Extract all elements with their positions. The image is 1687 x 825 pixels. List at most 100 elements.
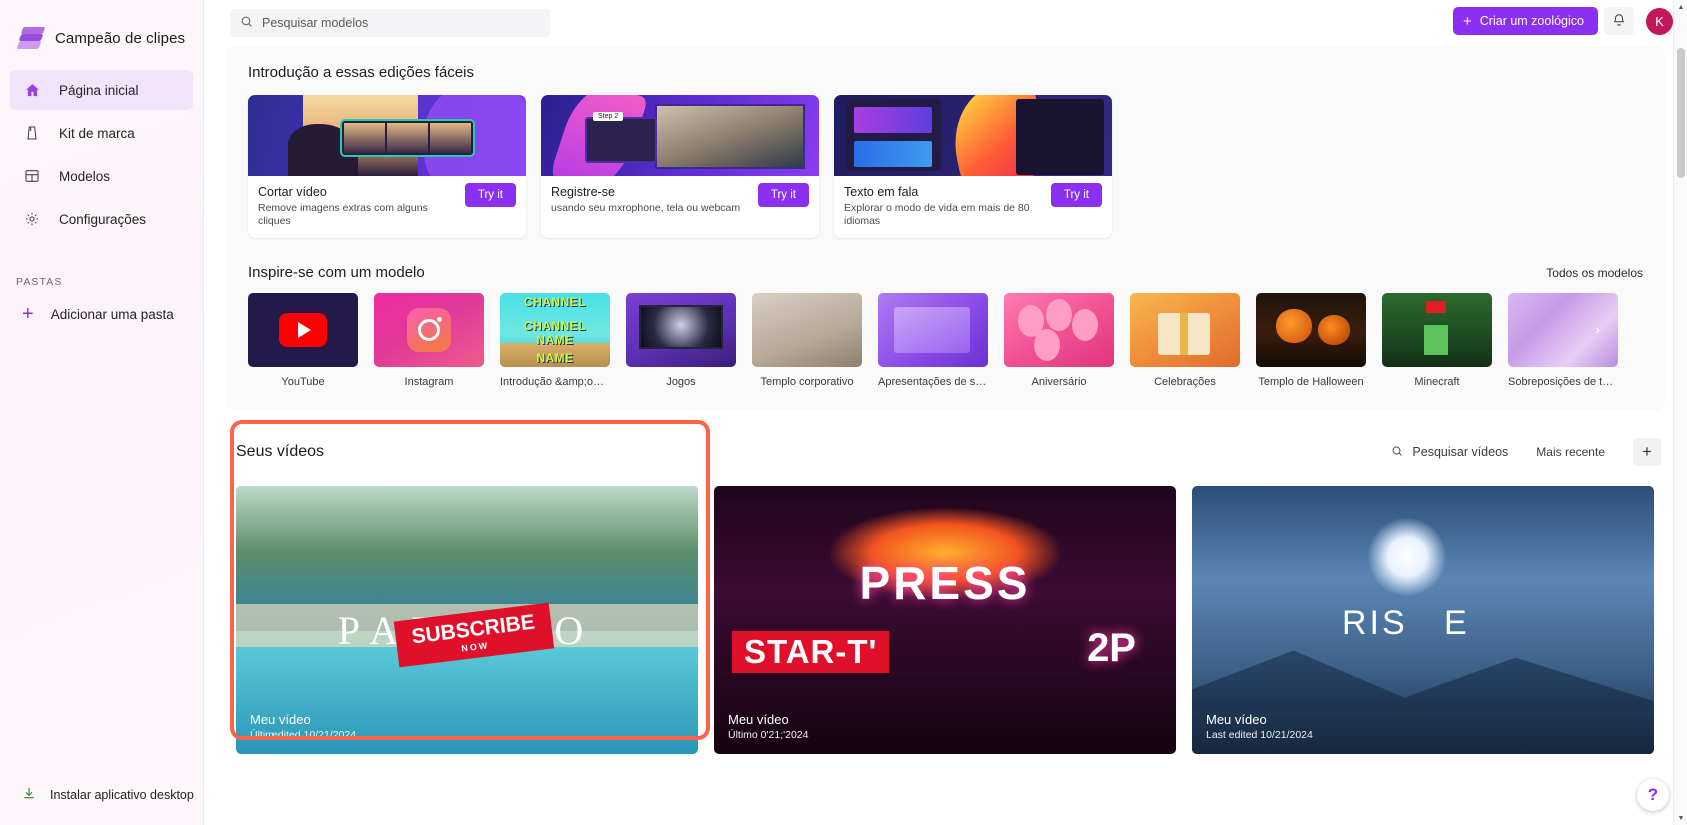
scroll-up-icon[interactable]: ▲	[1674, 0, 1687, 14]
template-card[interactable]: Aniversário	[1004, 293, 1114, 388]
templates-row: YouTube Instagram CHANNEL CHANNEL NAME NAME…	[248, 293, 1643, 388]
video-title: Meu vídeo	[250, 712, 311, 728]
template-label: Minecraft	[1414, 376, 1460, 389]
feature-card-title: Registre-se	[551, 185, 615, 199]
video-grid: PARAÍSO SUBSCRIBE NOW Meu vídeo Últim ed…	[226, 486, 1665, 755]
template-card[interactable]: › Sobreposições de texto	[1508, 293, 1618, 388]
feature-card-subtitle: Explorar o modo de vida em mais de 80 id…	[844, 202, 1030, 228]
video-overlay-text-2: STAR-T'	[732, 630, 890, 673]
brand-kit-icon	[22, 125, 42, 141]
help-button[interactable]: ?	[1637, 779, 1669, 811]
templates-icon	[22, 168, 42, 184]
feature-card-subtitle: Remove imagens extras com alguns cliques	[258, 202, 428, 228]
plus-icon: +	[22, 303, 34, 325]
video-card[interactable]: RIS E Meu vídeo Last edited 10/21/2024	[1192, 486, 1654, 755]
sidebar-item-templates-label: Modelos	[59, 168, 111, 184]
video-edited-value: Último 0'21;'2024	[728, 729, 809, 742]
brand: Campeão de clipes	[0, 0, 203, 58]
scrollbar[interactable]: ▲ ▼	[1673, 0, 1687, 825]
template-label: Sobreposições de texto	[1508, 376, 1618, 389]
video-edited-date: Last edited 10/21/2024	[1206, 729, 1313, 742]
video-title: Meu vídeo	[1206, 712, 1267, 728]
text-overlays-thumbnail: ›	[1508, 293, 1618, 368]
scroll-down-icon[interactable]: ▼	[1674, 811, 1687, 825]
search-videos-input[interactable]: Pesquisar vídeos	[1391, 445, 1508, 460]
sidebar-item-home[interactable]: Página inicial	[10, 70, 193, 110]
video-edited-date: Últim edited 10/21/2024	[250, 729, 356, 742]
all-templates-link[interactable]: Todos os modelos	[1546, 266, 1643, 280]
video-edited-prefix: Últim	[250, 729, 274, 742]
scrollbar-thumb[interactable]	[1677, 48, 1685, 178]
celebrations-thumbnail	[1130, 293, 1240, 368]
try-it-button[interactable]: Try it	[1050, 183, 1102, 207]
plus-icon: +	[1463, 12, 1472, 30]
topbar: Pesquisar modelos + Criar um zoológico K	[204, 0, 1687, 46]
template-label: Introdução &amp;outro tem...	[500, 376, 610, 389]
try-it-button[interactable]: Try it	[464, 183, 516, 207]
avatar[interactable]: K	[1646, 7, 1673, 35]
search-icon	[240, 15, 253, 31]
sidebar-item-home-label: Página inicial	[59, 82, 139, 98]
download-icon	[22, 786, 36, 803]
feature-card-art: Step 2	[541, 95, 819, 176]
feature-card-subtitle: usando seu mxrophone, tela ou webcam	[551, 202, 741, 214]
video-card[interactable]: PRESS STAR-T' 2P Meu vídeo Último 0'21;'…	[714, 486, 1176, 755]
notifications-button[interactable]	[1604, 7, 1634, 35]
topbar-actions: + Criar um zoológico K	[1453, 7, 1673, 35]
home-icon	[22, 82, 42, 99]
search-templates-input[interactable]: Pesquisar modelos	[230, 9, 550, 37]
sort-dropdown[interactable]: Mais recente	[1536, 445, 1605, 459]
template-card[interactable]: Minecraft	[1382, 293, 1492, 388]
feature-card-record[interactable]: Step 2 Registre-se usando seu mxrophone,…	[541, 95, 819, 239]
video-meta: Meu vídeo Último 0'21;'2024	[728, 712, 808, 742]
video-overlay-text-3: 2P	[1087, 625, 1136, 670]
sidebar-item-templates[interactable]: Modelos	[10, 156, 193, 196]
minecraft-thumbnail	[1382, 293, 1492, 368]
feature-card-title: Texto em fala	[844, 185, 919, 199]
video-edited-value: Last edited 10/21/2024	[1206, 729, 1313, 742]
template-label: Instagram	[404, 376, 454, 389]
feature-card-tts[interactable]: Texto em fala Explorar o modo de vida em…	[834, 95, 1112, 239]
app-logo-icon	[16, 27, 46, 49]
sidebar-item-settings[interactable]: Configurações	[10, 199, 193, 239]
gaming-thumbnail	[626, 293, 736, 368]
template-card[interactable]: Apresentações de slides	[878, 293, 988, 388]
template-card[interactable]: Templo de Halloween	[1256, 293, 1366, 388]
template-card[interactable]: Celebrações	[1130, 293, 1240, 388]
search-icon	[1391, 445, 1403, 460]
template-card[interactable]: Instagram	[374, 293, 484, 388]
template-card[interactable]: YouTube	[248, 293, 358, 388]
add-video-button[interactable]: +	[1633, 438, 1661, 467]
template-card[interactable]: CHANNEL CHANNEL NAME NAME Introdução &amp;o…	[500, 293, 610, 388]
features-title: Introdução a essas edições fáceis	[248, 64, 474, 81]
template-label: Aniversário	[1031, 376, 1087, 389]
sidebar-item-brand-kit[interactable]: Kit de marca	[10, 113, 193, 153]
chevron-right-icon: ›	[1595, 321, 1600, 338]
video-title: Meu vídeo	[728, 712, 789, 728]
template-label: Celebrações	[1154, 376, 1216, 389]
sidebar-item-settings-label: Configurações	[59, 211, 147, 227]
search-videos-placeholder: Pesquisar vídeos	[1412, 445, 1509, 460]
template-card[interactable]: Jogos	[626, 293, 736, 388]
video-card[interactable]: PARAÍSO SUBSCRIBE NOW Meu vídeo Últim ed…	[236, 486, 698, 755]
install-desktop-app-link[interactable]: Instalar aplicativo desktop	[0, 786, 203, 803]
avatar-initial: K	[1655, 13, 1664, 29]
youtube-thumbnail	[248, 293, 358, 368]
template-label: Templo de Halloween	[1258, 376, 1364, 389]
your-videos-header: Seus vídeos Pesquisar vídeos Mais recent…	[226, 432, 1665, 472]
corporate-thumbnail	[752, 293, 862, 368]
feature-card-trim[interactable]: Cortar vídeo Remove imagens extras com a…	[248, 95, 526, 239]
video-overlay-text-2: E	[1444, 604, 1467, 643]
feature-cards: Cortar vídeo Remove imagens extras com a…	[248, 95, 1643, 239]
home-panel: Introdução a essas edições fáceis Cortar…	[226, 46, 1665, 411]
template-card[interactable]: Templo corporativo	[752, 293, 862, 388]
try-it-button[interactable]: Try it	[757, 183, 809, 207]
folders-caption: PASTAS	[16, 276, 63, 288]
add-folder-button[interactable]: + Adicionar uma pasta	[0, 296, 203, 332]
search-templates-placeholder: Pesquisar modelos	[262, 16, 369, 30]
video-meta: Meu vídeo Last edited 10/21/2024	[1206, 712, 1313, 742]
sidebar-item-brand-kit-label: Kit de marca	[59, 125, 135, 141]
create-button-label: Criar um zoológico	[1479, 14, 1584, 28]
create-button[interactable]: + Criar um zoológico	[1453, 7, 1598, 35]
install-desktop-app-label: Instalar aplicativo desktop	[50, 787, 194, 802]
